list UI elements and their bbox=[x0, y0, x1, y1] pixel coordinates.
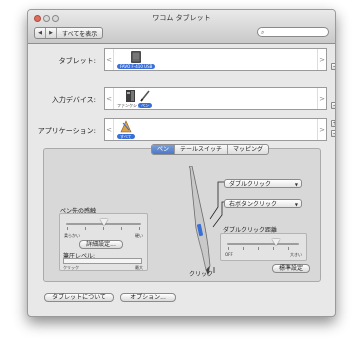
upper-button-dropdown[interactable]: ダブルクリック ▼ bbox=[224, 179, 302, 188]
show-all-button[interactable]: すべてを表示 bbox=[57, 28, 102, 38]
tick bbox=[258, 247, 259, 250]
input-device-label: 入力デバイス: bbox=[51, 96, 96, 104]
remove-device-button[interactable]: − bbox=[331, 102, 335, 109]
remove-application-button[interactable]: − bbox=[331, 130, 335, 137]
tab-pen[interactable]: ペン bbox=[152, 145, 176, 154]
function-keys-icon bbox=[126, 90, 135, 102]
click-label: クリック bbox=[63, 265, 79, 270]
tab-bar: ペン テールスイッチ マッピング bbox=[151, 144, 270, 155]
tick bbox=[228, 247, 229, 250]
scroll-left-icon[interactable]: < bbox=[105, 88, 114, 109]
double-click-knob[interactable] bbox=[271, 239, 280, 246]
tick bbox=[67, 227, 68, 230]
search-input[interactable]: ⌕ bbox=[257, 27, 329, 37]
pen-settings-panel: ペン先の感触 柔らかい 硬い 詳細設定... 筆圧レベル: クリック 最大 ダブ… bbox=[43, 148, 321, 282]
upper-button-value: ダブルクリック bbox=[229, 181, 272, 188]
tip-feel-group: 柔らかい 硬い 詳細設定... 筆圧レベル: クリック 最大 bbox=[59, 213, 148, 271]
application-label: アプリケーション: bbox=[37, 127, 96, 135]
pen-item[interactable]: ペン bbox=[138, 89, 152, 108]
tablet-item-label: FAVO F-410 USB bbox=[117, 64, 156, 69]
off-label: OFF bbox=[225, 252, 233, 257]
soft-label: 柔らかい bbox=[64, 233, 80, 238]
tick bbox=[288, 247, 289, 250]
pen-icon bbox=[140, 90, 150, 102]
all-apps-label: すべて bbox=[117, 134, 135, 139]
add-application-button[interactable]: + bbox=[331, 120, 335, 127]
scroll-left-icon[interactable]: < bbox=[105, 119, 114, 140]
tab-mapping[interactable]: マッピング bbox=[228, 145, 268, 154]
chevron-down-icon: ▼ bbox=[294, 202, 298, 207]
tick bbox=[85, 227, 86, 230]
forward-button[interactable]: ▶ bbox=[46, 28, 57, 38]
large-label: 大きい bbox=[290, 252, 302, 257]
tab-tail-switch[interactable]: テールスイッチ bbox=[175, 145, 229, 154]
options-button[interactable]: オプション... bbox=[120, 293, 176, 302]
scroll-right-icon[interactable]: > bbox=[317, 119, 326, 140]
tick bbox=[121, 227, 122, 230]
all-apps-item[interactable]: すべて bbox=[117, 120, 135, 139]
tick bbox=[243, 247, 244, 250]
nav-segment: ◀ ▶ すべてを表示 bbox=[34, 27, 104, 39]
tablet-item[interactable]: FAVO F-410 USB bbox=[117, 50, 156, 69]
chevron-down-icon: ▼ bbox=[294, 182, 298, 187]
tablet-device-icon bbox=[131, 51, 142, 63]
search-icon: ⌕ bbox=[261, 29, 265, 36]
scroll-right-icon[interactable]: > bbox=[317, 49, 326, 70]
tip-click-label: クリック bbox=[189, 271, 214, 278]
preferences-window: ワコム タブレット ◀ ▶ すべてを表示 ⌕ タブレット: < FAVO F-4… bbox=[27, 9, 336, 317]
application-strip: < すべて > bbox=[104, 118, 327, 141]
side-button-dropdown[interactable]: 右ボタンクリック ▼ bbox=[224, 199, 302, 208]
tablet-strip: < FAVO F-410 USB > bbox=[104, 48, 327, 71]
scroll-left-icon[interactable]: < bbox=[105, 49, 114, 70]
tip-feel-knob[interactable] bbox=[99, 219, 108, 226]
title-bar: ワコム タブレット ◀ ▶ すべてを表示 ⌕ bbox=[28, 10, 335, 44]
details-button[interactable]: 詳細設定... bbox=[79, 240, 123, 249]
max-label: 最大 bbox=[135, 265, 143, 270]
input-device-strip: < ファンクション ペン > bbox=[104, 87, 327, 110]
remove-tablet-button[interactable]: − bbox=[331, 63, 335, 70]
all-applications-icon bbox=[120, 120, 132, 133]
side-button-value: 右ボタンクリック bbox=[229, 201, 278, 208]
tick bbox=[273, 247, 274, 250]
pressure-level-bar bbox=[63, 258, 142, 264]
double-click-slider[interactable] bbox=[227, 243, 299, 245]
tick bbox=[139, 227, 140, 230]
back-button[interactable]: ◀ bbox=[35, 28, 46, 38]
about-tablet-button[interactable]: タブレットについて bbox=[44, 293, 114, 302]
hard-label: 硬い bbox=[135, 233, 143, 238]
tablet-label: タブレット: bbox=[58, 57, 96, 65]
double-click-group: OFF 大きい bbox=[220, 233, 307, 261]
scroll-right-icon[interactable]: > bbox=[317, 88, 326, 109]
pen-item-label: ペン bbox=[138, 103, 152, 108]
default-button[interactable]: 標準設定 bbox=[272, 264, 310, 273]
tick bbox=[103, 227, 104, 230]
window-title: ワコム タブレット bbox=[152, 14, 211, 22]
